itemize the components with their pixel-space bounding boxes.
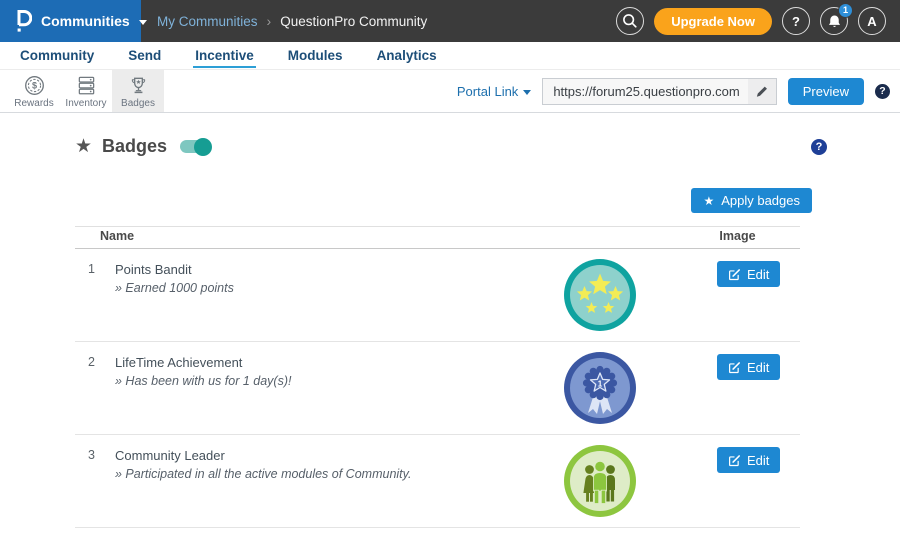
ribbon-award-badge-icon: 1 bbox=[563, 351, 637, 425]
breadcrumb-my-communities[interactable]: My Communities bbox=[157, 14, 258, 29]
toggle-knob bbox=[194, 138, 212, 156]
people-group-badge-icon bbox=[563, 444, 637, 518]
portal-url-box: https://forum25.questionpro.com bbox=[542, 78, 776, 105]
top-header: Communities My Communities › QuestionPro… bbox=[0, 0, 900, 42]
row-index: 1 bbox=[75, 249, 115, 341]
svg-text:$: $ bbox=[31, 81, 36, 91]
portal-link-label: Portal Link bbox=[457, 84, 518, 99]
edit-button[interactable]: Edit bbox=[717, 261, 780, 287]
table-row: 3 Community Leader » Participated in all… bbox=[75, 435, 800, 528]
badge-name: LifeTime Achievement bbox=[115, 355, 525, 370]
badges-help-icon[interactable]: ? bbox=[811, 139, 827, 155]
apply-badges-row: ★ Apply badges bbox=[0, 188, 812, 213]
communities-menu[interactable]: Communities bbox=[0, 0, 141, 42]
search-icon bbox=[621, 12, 639, 30]
edit-button-label: Edit bbox=[747, 267, 769, 282]
chevron-down-icon bbox=[139, 20, 147, 25]
help-button[interactable]: ? bbox=[782, 7, 810, 35]
badge-name: Points Bandit bbox=[115, 262, 525, 277]
badges-table: Name Image 1 Points Bandit » Earned 1000… bbox=[75, 226, 800, 528]
breadcrumb: My Communities › QuestionPro Community bbox=[157, 13, 427, 29]
edit-button[interactable]: Edit bbox=[717, 447, 780, 473]
communities-menu-label: Communities bbox=[41, 13, 130, 29]
portal-help-icon[interactable]: ? bbox=[875, 84, 890, 99]
row-index: 2 bbox=[75, 342, 115, 434]
svg-text:1: 1 bbox=[598, 379, 603, 388]
toolbar-item-label: Rewards bbox=[14, 98, 53, 109]
inventory-icon bbox=[76, 75, 97, 96]
toolbar-item-rewards[interactable]: $ Rewards bbox=[8, 70, 60, 112]
questionpro-logo-icon bbox=[12, 7, 32, 36]
tab-analytics[interactable]: Analytics bbox=[375, 44, 439, 68]
coin-icon: $ bbox=[24, 75, 45, 96]
toolbar-item-label: Inventory bbox=[65, 98, 106, 109]
edit-button[interactable]: Edit bbox=[717, 354, 780, 380]
search-button[interactable] bbox=[616, 7, 644, 35]
page-title: Badges bbox=[102, 136, 167, 157]
edit-icon bbox=[728, 454, 741, 467]
edit-url-button[interactable] bbox=[748, 79, 776, 104]
upgrade-now-button[interactable]: Upgrade Now bbox=[654, 8, 772, 35]
breadcrumb-separator-icon: › bbox=[267, 13, 272, 29]
row-index: 3 bbox=[75, 435, 115, 527]
toolbar-item-badges[interactable]: Badges bbox=[112, 70, 164, 112]
avatar[interactable]: A bbox=[858, 7, 886, 35]
trophy-icon bbox=[128, 75, 149, 96]
notifications-wrap: 1 bbox=[820, 7, 848, 35]
tab-community[interactable]: Community bbox=[18, 44, 96, 68]
toolbar-item-label: Badges bbox=[121, 98, 155, 109]
portal-url-value[interactable]: https://forum25.questionpro.com bbox=[543, 84, 747, 99]
toolbar-item-inventory[interactable]: Inventory bbox=[60, 70, 112, 112]
chevron-down-icon bbox=[523, 90, 531, 95]
badge-name: Community Leader bbox=[115, 448, 525, 463]
incentive-toolbar: $ Rewards Inventory Badges Portal Link bbox=[0, 70, 900, 113]
tab-incentive[interactable]: Incentive bbox=[193, 44, 256, 68]
edit-icon bbox=[728, 268, 741, 281]
help-icon: ? bbox=[792, 14, 800, 29]
star-icon: ★ bbox=[75, 135, 92, 158]
five-stars-badge-icon bbox=[563, 258, 637, 332]
badge-description: » Earned 1000 points bbox=[115, 281, 525, 295]
table-row: 1 Points Bandit » Earned 1000 points bbox=[75, 249, 800, 342]
module-nav: Community Send Incentive Modules Analyti… bbox=[0, 42, 900, 70]
edit-icon bbox=[728, 361, 741, 374]
preview-button[interactable]: Preview bbox=[788, 78, 864, 105]
badge-description: » Has been with us for 1 day(s)! bbox=[115, 374, 525, 388]
apply-badges-label: Apply badges bbox=[721, 193, 800, 208]
edit-button-label: Edit bbox=[747, 360, 769, 375]
table-header: Name Image bbox=[75, 226, 800, 249]
tab-send[interactable]: Send bbox=[126, 44, 163, 68]
badge-description: » Participated in all the active modules… bbox=[115, 467, 525, 481]
table-row: 2 LifeTime Achievement » Has been with u… bbox=[75, 342, 800, 435]
toolbar-right: Portal Link https://forum25.questionpro.… bbox=[457, 70, 900, 112]
breadcrumb-current: QuestionPro Community bbox=[280, 14, 427, 29]
column-header-name: Name bbox=[75, 229, 525, 243]
edit-button-label: Edit bbox=[747, 453, 769, 468]
notification-count-badge: 1 bbox=[838, 3, 853, 18]
badges-title-row: ★ Badges ? bbox=[75, 135, 827, 158]
star-icon: ★ bbox=[703, 194, 714, 208]
avatar-initial: A bbox=[867, 14, 876, 29]
badges-toggle[interactable] bbox=[180, 140, 210, 153]
apply-badges-button[interactable]: ★ Apply badges bbox=[691, 188, 812, 213]
tab-modules[interactable]: Modules bbox=[286, 44, 345, 68]
portal-link-dropdown[interactable]: Portal Link bbox=[457, 84, 531, 99]
pencil-icon bbox=[755, 85, 768, 98]
header-actions: Upgrade Now ? 1 A bbox=[616, 7, 900, 35]
column-header-image: Image bbox=[675, 229, 800, 243]
